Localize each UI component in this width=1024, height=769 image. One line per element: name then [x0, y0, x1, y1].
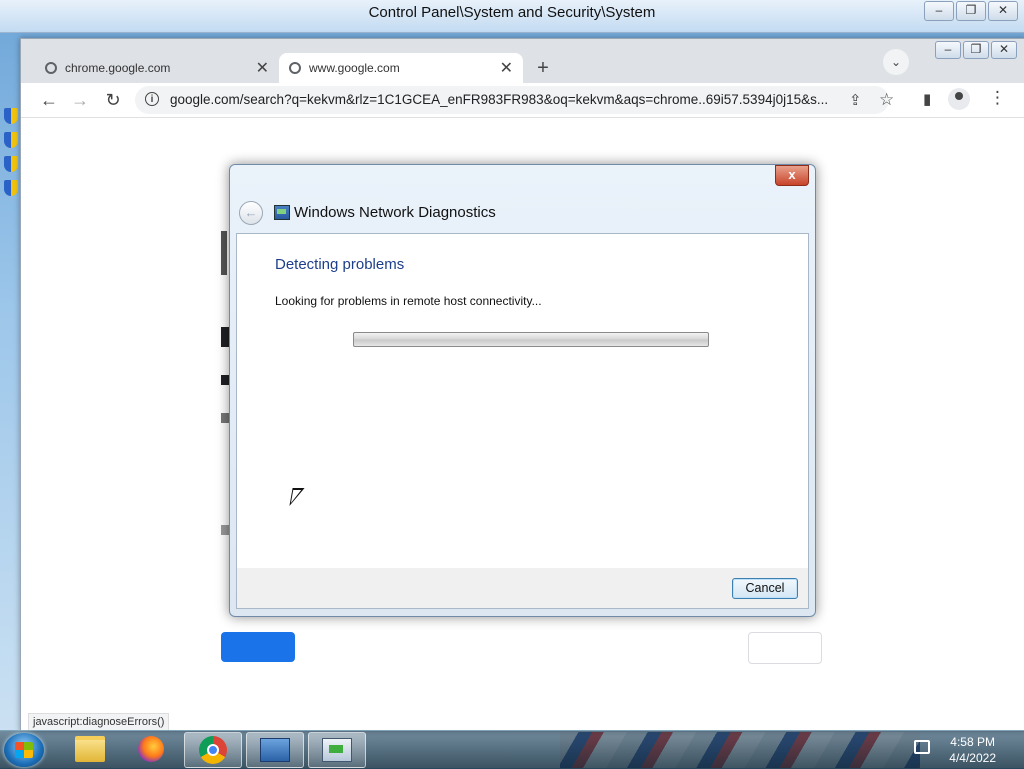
chrome-menu-icon[interactable]: ⋮: [989, 88, 1006, 108]
shield-icon[interactable]: [4, 180, 18, 196]
cp-minimize-button[interactable]: ‒: [924, 1, 954, 21]
folder-icon: [75, 736, 105, 762]
shield-icon[interactable]: [4, 132, 18, 148]
page-fragment: [221, 413, 229, 423]
back-button[interactable]: ←: [38, 89, 60, 111]
tab-search-button[interactable]: ⌄: [883, 49, 909, 75]
shield-icon[interactable]: [4, 156, 18, 172]
network-tray-icon[interactable]: [914, 740, 930, 754]
dialog-back-button[interactable]: ←: [239, 201, 263, 225]
tab-label: www.google.com: [309, 61, 400, 75]
tab-strip: chrome.google.com ✕ www.google.com ✕ +: [35, 47, 557, 83]
windows-logo-icon: [15, 742, 33, 758]
globe-icon: [45, 62, 57, 74]
clock-date: 4/4/2022: [949, 751, 996, 765]
network-diagnostics-icon: [322, 738, 352, 762]
bookmark-star-icon[interactable]: ☆: [879, 90, 894, 110]
cp-maximize-button[interactable]: ❐: [956, 1, 986, 21]
system-clock[interactable]: 4:58 PM 4/4/2022: [949, 734, 996, 766]
forward-button[interactable]: →: [69, 89, 91, 111]
page-fragment: [221, 375, 229, 385]
taskbar-control-panel[interactable]: [246, 732, 304, 768]
diagnose-button[interactable]: [221, 632, 295, 662]
reload-button[interactable]: ↻: [102, 89, 124, 111]
page-fragment: [221, 525, 229, 535]
firefox-icon: [138, 736, 164, 762]
taskbar-windows-explorer[interactable]: [62, 732, 118, 766]
share-icon[interactable]: ⇪: [849, 91, 862, 109]
network-diagnostics-icon: [274, 205, 290, 220]
details-button[interactable]: [748, 632, 822, 664]
shield-icon[interactable]: [4, 108, 18, 124]
url-text[interactable]: google.com/search?q=kekvm&rlz=1C1GCEA_en…: [170, 92, 842, 107]
chrome-icon: [199, 736, 227, 764]
new-tab-button[interactable]: +: [529, 55, 557, 83]
progress-bar: [353, 332, 709, 347]
control-panel-icon: [260, 738, 290, 762]
desktop-shield-icons: [4, 108, 18, 196]
network-diagnostics-dialog: x ← Windows Network Diagnostics Detectin…: [229, 164, 816, 617]
browser-toolbar: ← → ↻ i google.com/search?q=kekvm&rlz=1C…: [21, 83, 1024, 118]
close-tab-icon[interactable]: ✕: [256, 58, 269, 78]
close-tab-icon[interactable]: ✕: [500, 58, 513, 78]
site-info-icon[interactable]: i: [145, 92, 159, 106]
tab-chrome-google[interactable]: chrome.google.com ✕: [35, 53, 279, 83]
dialog-footer: Cancel: [236, 568, 809, 609]
taskbar-network-diagnostics[interactable]: [308, 732, 366, 768]
dialog-message: Looking for problems in remote host conn…: [275, 294, 542, 308]
status-bar: javascript:diagnoseErrors(): [28, 713, 170, 731]
taskbar-chrome[interactable]: [184, 732, 242, 768]
control-panel-title: Control Panel\System and Security\System: [368, 4, 656, 21]
tab-label: chrome.google.com: [65, 61, 171, 75]
clock-time: 4:58 PM: [950, 735, 995, 749]
globe-icon: [289, 62, 301, 74]
cp-close-button[interactable]: ✕: [988, 1, 1018, 21]
side-panel-icon[interactable]: ▮: [923, 90, 931, 108]
chrome-close-button[interactable]: ✕: [991, 41, 1017, 59]
dialog-body: Detecting problems Looking for problems …: [236, 233, 809, 569]
control-panel-window-titlebar[interactable]: Control Panel\System and Security\System…: [0, 0, 1024, 33]
taskbar-firefox[interactable]: [123, 732, 179, 766]
cancel-button[interactable]: Cancel: [732, 578, 798, 599]
taskbar: 4:58 PM 4/4/2022: [0, 730, 1024, 769]
start-button[interactable]: [4, 733, 44, 767]
address-bar[interactable]: i google.com/search?q=kekvm&rlz=1C1GCEA_…: [135, 86, 894, 114]
dialog-title: Windows Network Diagnostics: [294, 204, 496, 221]
page-fragment: [221, 231, 227, 275]
chrome-minimize-button[interactable]: ‒: [935, 41, 961, 59]
profile-avatar-icon[interactable]: [948, 88, 970, 110]
chrome-maximize-button[interactable]: ❐: [963, 41, 989, 59]
dialog-heading: Detecting problems: [275, 256, 405, 273]
tab-google-search[interactable]: www.google.com ✕: [279, 53, 523, 83]
dialog-close-button[interactable]: x: [775, 165, 809, 186]
